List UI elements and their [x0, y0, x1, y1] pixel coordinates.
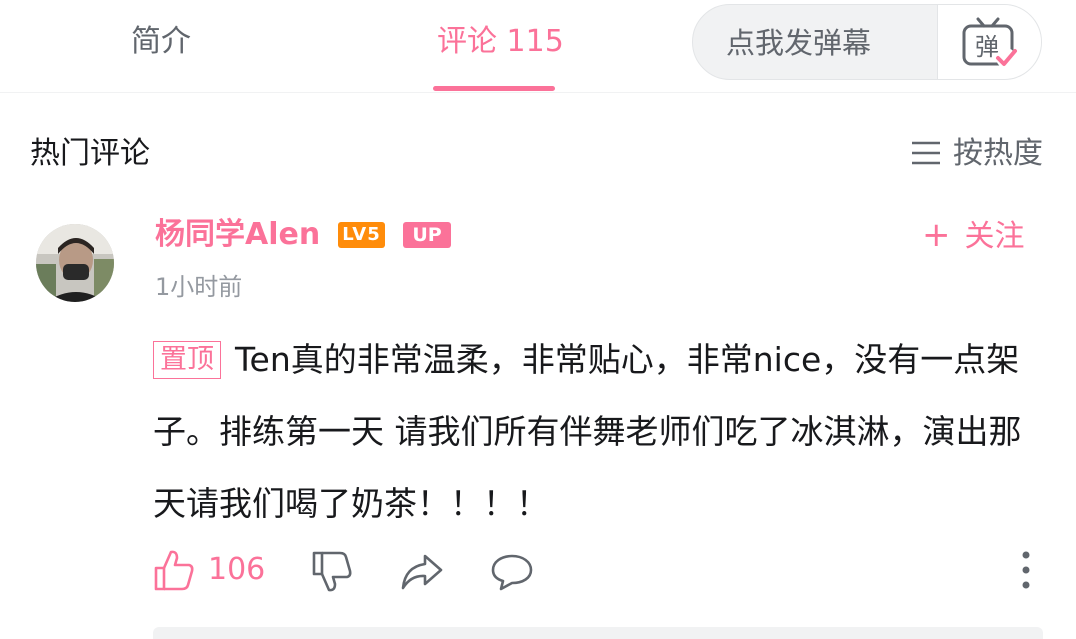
follow-button[interactable]: + 关注: [922, 214, 1025, 258]
sort-label[interactable]: 按热度: [953, 136, 1043, 171]
avatar-image: [36, 224, 114, 302]
reply-icon[interactable]: [489, 552, 535, 592]
comment-actions: 106: [153, 544, 1043, 600]
avatar[interactable]: [36, 224, 114, 302]
like-icon[interactable]: [153, 548, 195, 592]
level-badge: LV5: [338, 222, 385, 248]
more-icon[interactable]: [1021, 550, 1031, 590]
list-icon: [912, 141, 940, 164]
danmaku-placeholder[interactable]: 点我发弹幕: [726, 23, 871, 63]
pinned-tag: 置顶: [153, 341, 221, 379]
danmaku-toggle-button[interactable]: 弹: [937, 5, 1041, 79]
plus-icon: +: [922, 215, 951, 255]
sort-button[interactable]: 按热度: [911, 133, 1043, 175]
dislike-icon[interactable]: [311, 550, 353, 594]
tab-comments[interactable]: 评论 115: [437, 22, 564, 62]
danmaku-input[interactable]: 点我发弹幕 弹: [692, 4, 1042, 80]
tab-intro[interactable]: 简介: [131, 22, 191, 62]
danmaku-icon: 弹: [962, 17, 1017, 68]
up-badge: UP: [403, 222, 451, 248]
comment-body: Ten真的非常温柔，非常贴心，非常nice，没有一点架子。排练第一天 请我们所有…: [153, 340, 1022, 523]
username[interactable]: 杨同学Alen: [155, 214, 320, 256]
like-count: 106: [208, 552, 266, 587]
share-icon[interactable]: [399, 552, 445, 592]
tab-bar: 简介 评论 115 点我发弹幕 弹: [0, 0, 1076, 93]
follow-label[interactable]: 关注: [965, 219, 1025, 254]
reply-preview-panel[interactable]: [153, 627, 1043, 639]
active-tab-indicator: [433, 86, 555, 91]
hot-comments-title: 热门评论: [30, 136, 150, 171]
comment-time: 1小时前: [155, 273, 243, 301]
danmaku-icon-label: 弹: [975, 33, 999, 61]
comment-text: 置顶 Ten真的非常温柔，非常贴心，非常nice，没有一点架子。排练第一天 请我们…: [153, 324, 1033, 540]
